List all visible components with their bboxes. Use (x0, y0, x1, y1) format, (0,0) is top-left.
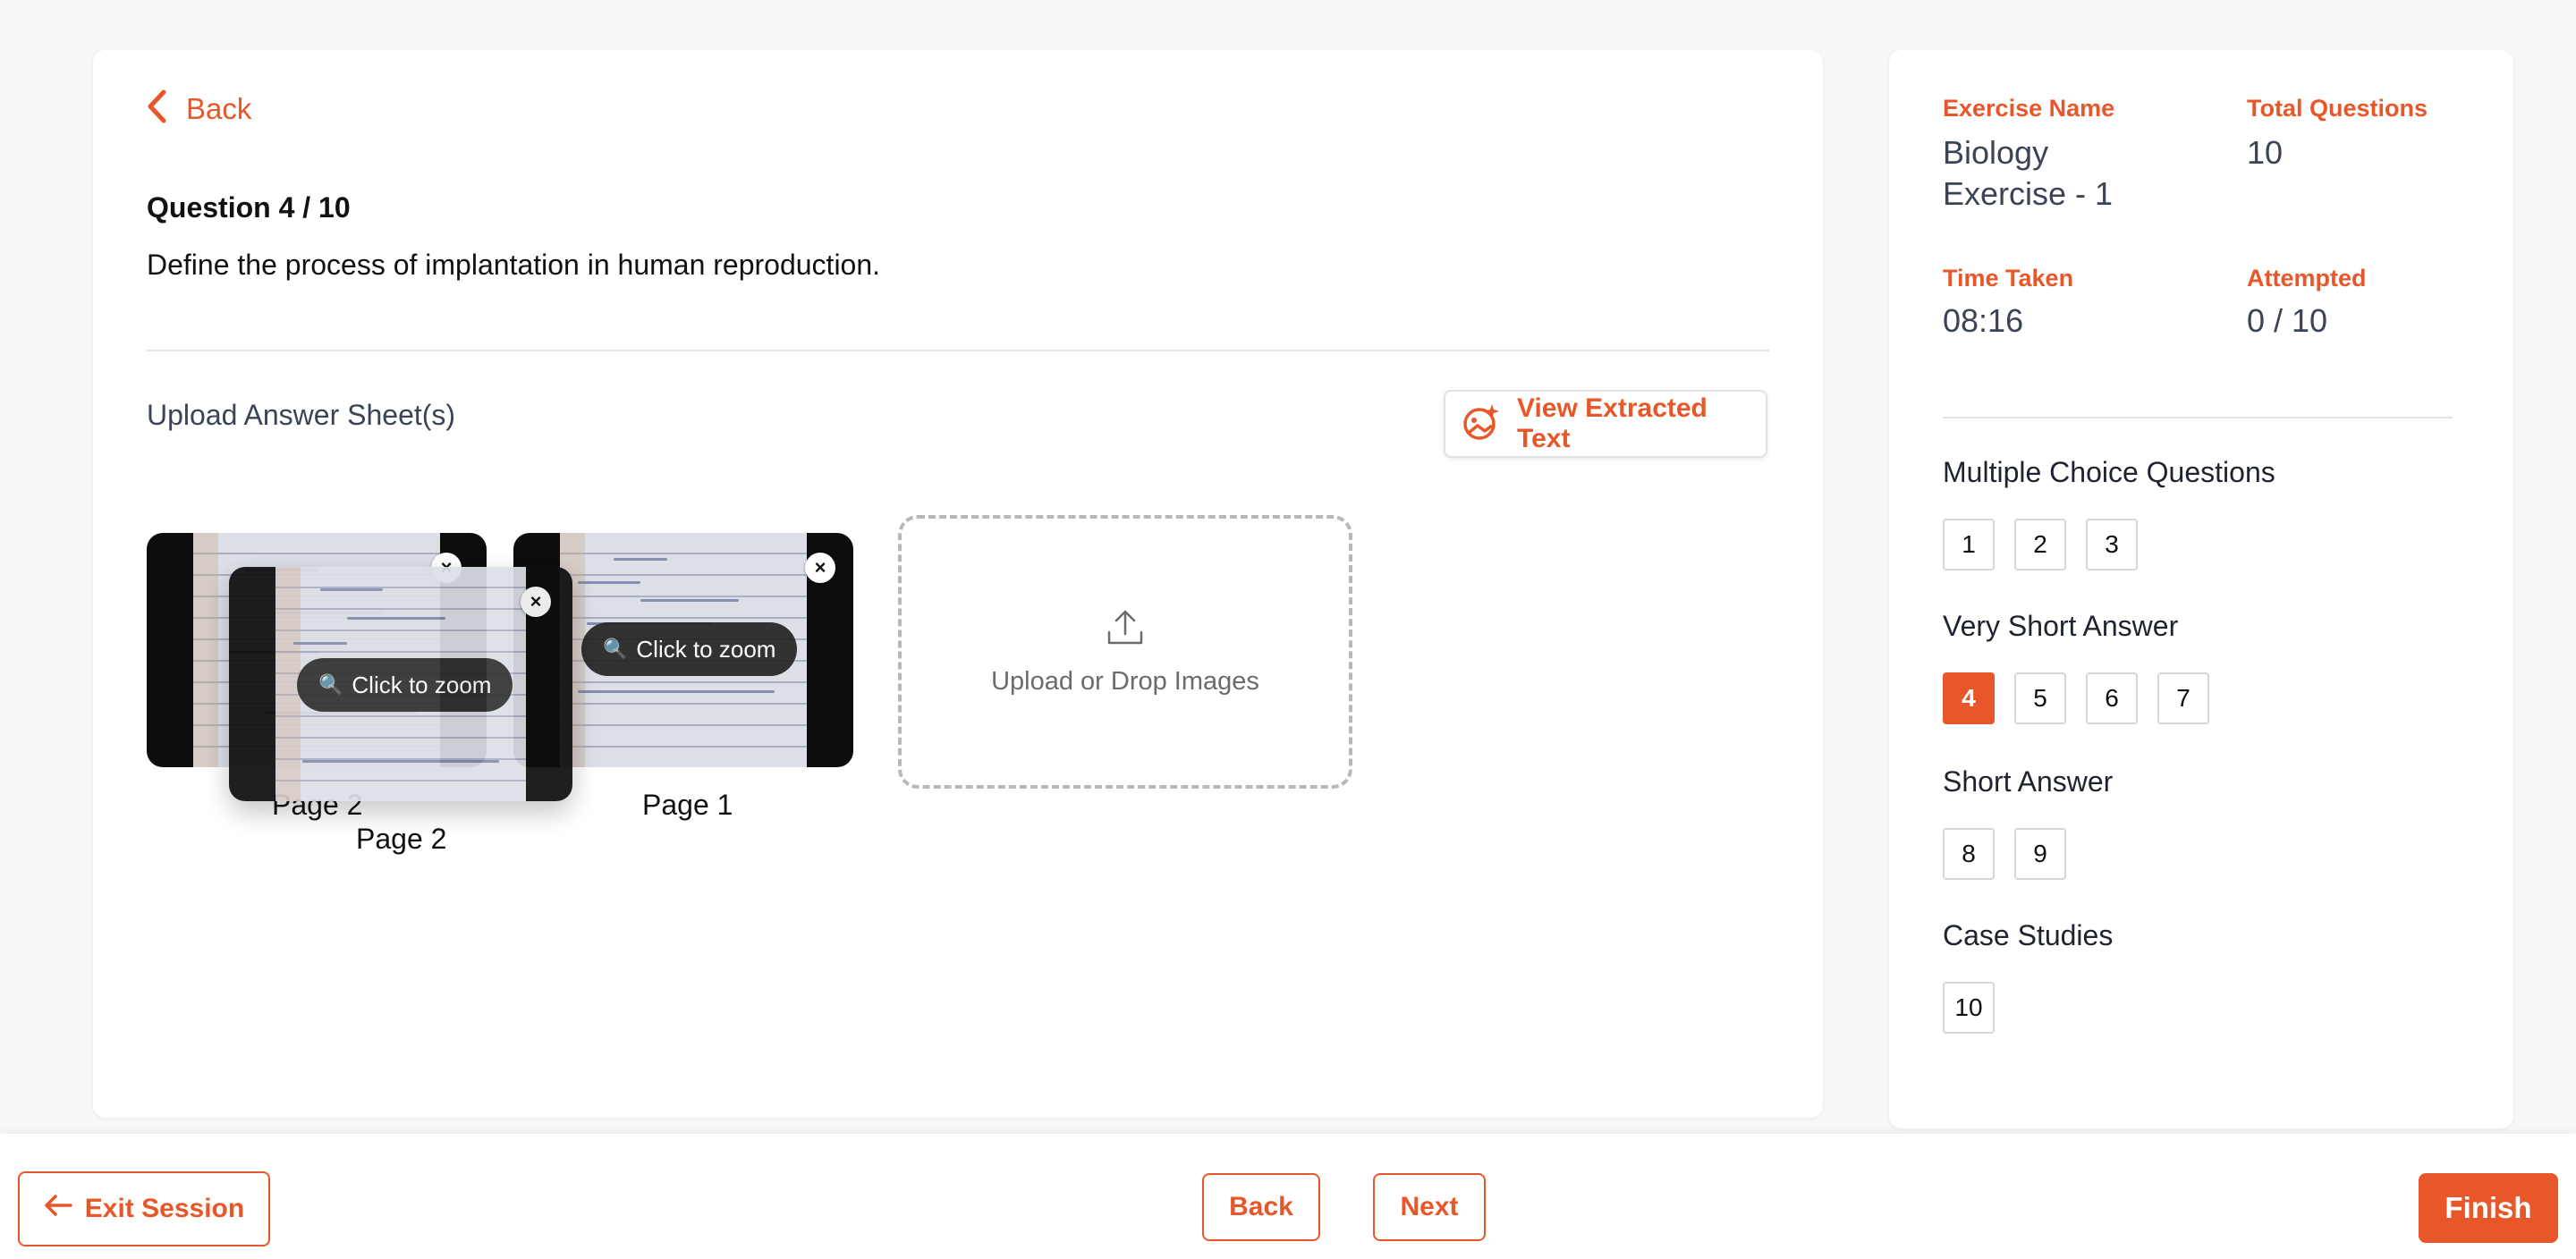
exercise-name-value: Biology Exercise - 1 (1943, 134, 2114, 212)
total-questions-label: Total Questions (2247, 95, 2428, 122)
sparkle-image-icon (1462, 402, 1501, 446)
bottom-action-bar: Exit Session Back Next Finish (0, 1134, 2576, 1259)
dropzone-label: Upload or Drop Images (991, 667, 1259, 696)
exit-session-button[interactable]: Exit Session (18, 1171, 270, 1246)
question-nav-row: 10 (1943, 982, 1995, 1034)
divider (147, 350, 1769, 351)
question-nav-button[interactable]: 6 (2086, 672, 2138, 724)
question-nav-button[interactable]: 1 (1943, 519, 1995, 570)
next-button[interactable]: Next (1373, 1173, 1486, 1241)
question-nav-row: 4 5 6 7 (1943, 672, 2209, 724)
divider (1943, 417, 2453, 418)
close-icon[interactable]: × (805, 553, 835, 583)
exit-session-label: Exit Session (84, 1194, 245, 1223)
question-nav-row: 8 9 (1943, 828, 2066, 880)
finish-button[interactable]: Finish (2419, 1173, 2558, 1243)
dragging-thumbnail[interactable]: 🔍 Click to zoom × (229, 567, 572, 801)
back-link[interactable]: Back (147, 89, 251, 128)
question-nav-button[interactable]: 5 (2014, 672, 2066, 724)
question-nav-row: 1 2 3 (1943, 519, 2138, 570)
question-title: Question 4 / 10 (147, 191, 351, 224)
upload-dropzone[interactable]: Upload or Drop Images (898, 515, 1352, 789)
upload-label: Upload Answer Sheet(s) (147, 399, 456, 431)
time-taken-label: Time Taken (1943, 265, 2074, 292)
upload-icon (1106, 607, 1145, 651)
attempted-value: 0 / 10 (2247, 302, 2328, 339)
magnifier-icon: 🔍 (318, 673, 343, 696)
close-icon[interactable]: × (521, 587, 551, 617)
section-title: Short Answer (1943, 765, 2114, 798)
question-nav-button[interactable]: 10 (1943, 982, 1995, 1034)
time-taken-value: 08:16 (1943, 302, 2024, 339)
click-to-zoom-label: Click to zoom (352, 671, 492, 698)
section-title: Multiple Choice Questions (1943, 456, 2275, 488)
page-label: Page 2 (356, 823, 447, 855)
question-text: Define the process of implantation in hu… (147, 249, 881, 281)
back-link-label: Back (186, 91, 252, 125)
exercise-name-label: Exercise Name (1943, 95, 2115, 122)
question-nav-button-active[interactable]: 4 (1943, 672, 1995, 724)
question-nav-button[interactable]: 8 (1943, 828, 1995, 880)
back-button[interactable]: Back (1202, 1173, 1320, 1241)
question-nav-button[interactable]: 9 (2014, 828, 2066, 880)
click-to-zoom-button[interactable]: 🔍 Click to zoom (581, 622, 798, 676)
view-extracted-text-button[interactable]: View Extracted Text (1444, 390, 1767, 458)
question-nav-button[interactable]: 2 (2014, 519, 2066, 570)
question-panel: Back Question 4 / 10 Define the process … (93, 50, 1823, 1118)
chevron-left-icon (147, 89, 166, 128)
view-extracted-text-label: View Extracted Text (1517, 393, 1707, 453)
section-title: Case Studies (1943, 919, 2114, 951)
click-to-zoom-label: Click to zoom (636, 635, 776, 663)
question-nav-button[interactable]: 3 (2086, 519, 2138, 570)
exercise-info-panel: Exercise Name Biology Exercise - 1 Total… (1889, 50, 2513, 1128)
click-to-zoom-button[interactable]: 🔍 Click to zoom (297, 658, 513, 712)
magnifier-icon: 🔍 (603, 638, 628, 660)
section-title: Very Short Answer (1943, 610, 2179, 642)
page-label: Page 1 (642, 789, 733, 821)
arrow-left-icon (44, 1194, 72, 1224)
question-nav-button[interactable]: 7 (2157, 672, 2209, 724)
total-questions-value: 10 (2247, 134, 2284, 171)
attempted-label: Attempted (2247, 265, 2367, 292)
